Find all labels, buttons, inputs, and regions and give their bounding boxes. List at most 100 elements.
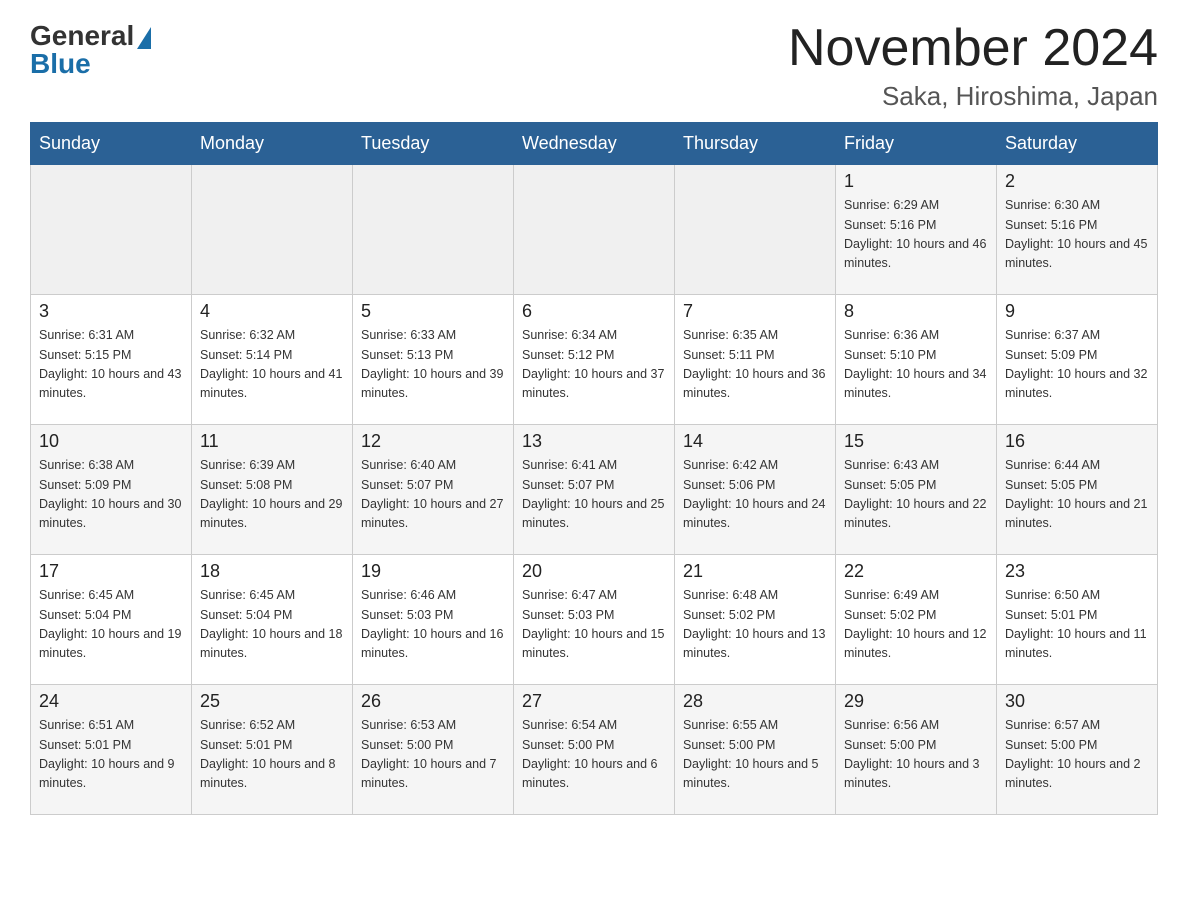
calendar-cell: 29Sunrise: 6:56 AMSunset: 5:00 PMDayligh… — [836, 685, 997, 815]
day-number: 8 — [844, 301, 988, 322]
calendar-cell: 14 Sunrise: 6:42 AMSunset: 5:06 PMDayligh… — [675, 425, 836, 555]
day-number: 27 — [522, 691, 666, 712]
weekday-header-sunday: Sunday — [31, 123, 192, 165]
day-number: 17 — [39, 561, 183, 582]
day-info: Sunrise: 6:38 AMSunset: 5:09 PMDaylight:… — [39, 456, 183, 534]
day-number: 7 — [683, 301, 827, 322]
calendar-cell: 30 Sunrise: 6:57 AMSunset: 5:00 PMDayligh… — [997, 685, 1158, 815]
day-number: 2 — [1005, 171, 1149, 192]
day-number: 13 — [522, 431, 666, 452]
day-info: Sunrise: 6:42 AMSunset: 5:06 PMDaylight:… — [683, 456, 827, 534]
day-number: 18 — [200, 561, 344, 582]
day-info: Sunrise: 6:48 AMSunset: 5:02 PMDaylight:… — [683, 586, 827, 664]
weekday-header-tuesday: Tuesday — [353, 123, 514, 165]
day-number: 21 — [683, 561, 827, 582]
calendar-cell: 2 Sunrise: 6:30 AMSunset: 5:16 PMDaylight… — [997, 165, 1158, 295]
day-number: 30 — [1005, 691, 1149, 712]
day-number: 14 — [683, 431, 827, 452]
day-info: Sunrise: 6:40 AMSunset: 5:07 PMDaylight:… — [361, 456, 505, 534]
logo: General Blue — [30, 20, 151, 80]
logo-blue-text: Blue — [30, 48, 91, 80]
calendar-cell: 24 Sunrise: 6:51 AMSunset: 5:01 PMDayligh… — [31, 685, 192, 815]
day-number: 24 — [39, 691, 183, 712]
calendar-cell — [353, 165, 514, 295]
day-number: 23 — [1005, 561, 1149, 582]
calendar-cell — [31, 165, 192, 295]
day-number: 1 — [844, 171, 988, 192]
calendar-cell: 11 Sunrise: 6:39 AMSunset: 5:08 PMDayligh… — [192, 425, 353, 555]
day-number: 25 — [200, 691, 344, 712]
day-info: Sunrise: 6:51 AMSunset: 5:01 PMDaylight:… — [39, 716, 183, 794]
calendar-cell: 28Sunrise: 6:55 AMSunset: 5:00 PMDayligh… — [675, 685, 836, 815]
day-info: Sunrise: 6:57 AMSunset: 5:00 PMDaylight:… — [1005, 716, 1149, 794]
day-info: Sunrise: 6:33 AMSunset: 5:13 PMDaylight:… — [361, 326, 505, 404]
day-number: 12 — [361, 431, 505, 452]
calendar-cell: 23 Sunrise: 6:50 AMSunset: 5:01 PMDayligh… — [997, 555, 1158, 685]
day-info: Sunrise: 6:44 AMSunset: 5:05 PMDaylight:… — [1005, 456, 1149, 534]
weekday-header-friday: Friday — [836, 123, 997, 165]
day-info: Sunrise: 6:45 AMSunset: 5:04 PMDaylight:… — [200, 586, 344, 664]
day-info: Sunrise: 6:32 AMSunset: 5:14 PMDaylight:… — [200, 326, 344, 404]
weekday-header-monday: Monday — [192, 123, 353, 165]
calendar-cell: 25 Sunrise: 6:52 AMSunset: 5:01 PMDayligh… — [192, 685, 353, 815]
day-number: 4 — [200, 301, 344, 322]
day-number: 3 — [39, 301, 183, 322]
calendar-cell: 16 Sunrise: 6:44 AMSunset: 5:05 PMDayligh… — [997, 425, 1158, 555]
day-info: Sunrise: 6:31 AMSunset: 5:15 PMDaylight:… — [39, 326, 183, 404]
day-info: Sunrise: 6:30 AMSunset: 5:16 PMDaylight:… — [1005, 196, 1149, 274]
calendar-week-1: 1 Sunrise: 6:29 AMSunset: 5:16 PMDaylight… — [31, 165, 1158, 295]
calendar-table: SundayMondayTuesdayWednesdayThursdayFrid… — [30, 122, 1158, 815]
day-info: Sunrise: 6:34 AMSunset: 5:12 PMDaylight:… — [522, 326, 666, 404]
title-section: November 2024 Saka, Hiroshima, Japan — [788, 20, 1158, 112]
day-number: 22 — [844, 561, 988, 582]
day-info: Sunrise: 6:39 AMSunset: 5:08 PMDaylight:… — [200, 456, 344, 534]
page-header: General Blue November 2024 Saka, Hiroshi… — [30, 20, 1158, 112]
calendar-cell: 13Sunrise: 6:41 AMSunset: 5:07 PMDayligh… — [514, 425, 675, 555]
calendar-cell: 17 Sunrise: 6:45 AMSunset: 5:04 PMDayligh… — [31, 555, 192, 685]
day-info: Sunrise: 6:37 AMSunset: 5:09 PMDaylight:… — [1005, 326, 1149, 404]
calendar-cell: 27 Sunrise: 6:54 AMSunset: 5:00 PMDayligh… — [514, 685, 675, 815]
calendar-cell: 4 Sunrise: 6:32 AMSunset: 5:14 PMDaylight… — [192, 295, 353, 425]
calendar-cell: 21 Sunrise: 6:48 AMSunset: 5:02 PMDayligh… — [675, 555, 836, 685]
calendar-subtitle: Saka, Hiroshima, Japan — [788, 81, 1158, 112]
weekday-header-thursday: Thursday — [675, 123, 836, 165]
calendar-cell: 18 Sunrise: 6:45 AMSunset: 5:04 PMDayligh… — [192, 555, 353, 685]
logo-triangle-icon — [137, 27, 151, 49]
weekday-header-wednesday: Wednesday — [514, 123, 675, 165]
day-number: 15 — [844, 431, 988, 452]
day-info: Sunrise: 6:50 AMSunset: 5:01 PMDaylight:… — [1005, 586, 1149, 664]
calendar-cell: 15 Sunrise: 6:43 AMSunset: 5:05 PMDayligh… — [836, 425, 997, 555]
calendar-week-2: 3 Sunrise: 6:31 AMSunset: 5:15 PMDaylight… — [31, 295, 1158, 425]
day-info: Sunrise: 6:54 AMSunset: 5:00 PMDaylight:… — [522, 716, 666, 794]
calendar-cell: 22 Sunrise: 6:49 AMSunset: 5:02 PMDayligh… — [836, 555, 997, 685]
calendar-cell: 20Sunrise: 6:47 AMSunset: 5:03 PMDayligh… — [514, 555, 675, 685]
calendar-week-3: 10 Sunrise: 6:38 AMSunset: 5:09 PMDayligh… — [31, 425, 1158, 555]
weekday-header-row: SundayMondayTuesdayWednesdayThursdayFrid… — [31, 123, 1158, 165]
weekday-header-saturday: Saturday — [997, 123, 1158, 165]
calendar-cell: 6Sunrise: 6:34 AMSunset: 5:12 PMDaylight… — [514, 295, 675, 425]
day-info: Sunrise: 6:46 AMSunset: 5:03 PMDaylight:… — [361, 586, 505, 664]
day-info: Sunrise: 6:53 AMSunset: 5:00 PMDaylight:… — [361, 716, 505, 794]
calendar-cell — [192, 165, 353, 295]
calendar-cell: 3 Sunrise: 6:31 AMSunset: 5:15 PMDaylight… — [31, 295, 192, 425]
calendar-cell: 8Sunrise: 6:36 AMSunset: 5:10 PMDaylight… — [836, 295, 997, 425]
day-number: 19 — [361, 561, 505, 582]
calendar-cell: 19 Sunrise: 6:46 AMSunset: 5:03 PMDayligh… — [353, 555, 514, 685]
day-info: Sunrise: 6:35 AMSunset: 5:11 PMDaylight:… — [683, 326, 827, 404]
day-info: Sunrise: 6:49 AMSunset: 5:02 PMDaylight:… — [844, 586, 988, 664]
day-number: 11 — [200, 431, 344, 452]
day-info: Sunrise: 6:55 AMSunset: 5:00 PMDaylight:… — [683, 716, 827, 794]
day-info: Sunrise: 6:29 AMSunset: 5:16 PMDaylight:… — [844, 196, 988, 274]
day-number: 16 — [1005, 431, 1149, 452]
day-number: 10 — [39, 431, 183, 452]
calendar-cell: 10 Sunrise: 6:38 AMSunset: 5:09 PMDayligh… — [31, 425, 192, 555]
calendar-cell: 1 Sunrise: 6:29 AMSunset: 5:16 PMDaylight… — [836, 165, 997, 295]
calendar-cell: 26Sunrise: 6:53 AMSunset: 5:00 PMDayligh… — [353, 685, 514, 815]
day-info: Sunrise: 6:52 AMSunset: 5:01 PMDaylight:… — [200, 716, 344, 794]
day-info: Sunrise: 6:43 AMSunset: 5:05 PMDaylight:… — [844, 456, 988, 534]
calendar-cell: 7 Sunrise: 6:35 AMSunset: 5:11 PMDaylight… — [675, 295, 836, 425]
day-number: 29 — [844, 691, 988, 712]
day-info: Sunrise: 6:45 AMSunset: 5:04 PMDaylight:… — [39, 586, 183, 664]
calendar-cell: 12 Sunrise: 6:40 AMSunset: 5:07 PMDayligh… — [353, 425, 514, 555]
day-number: 5 — [361, 301, 505, 322]
